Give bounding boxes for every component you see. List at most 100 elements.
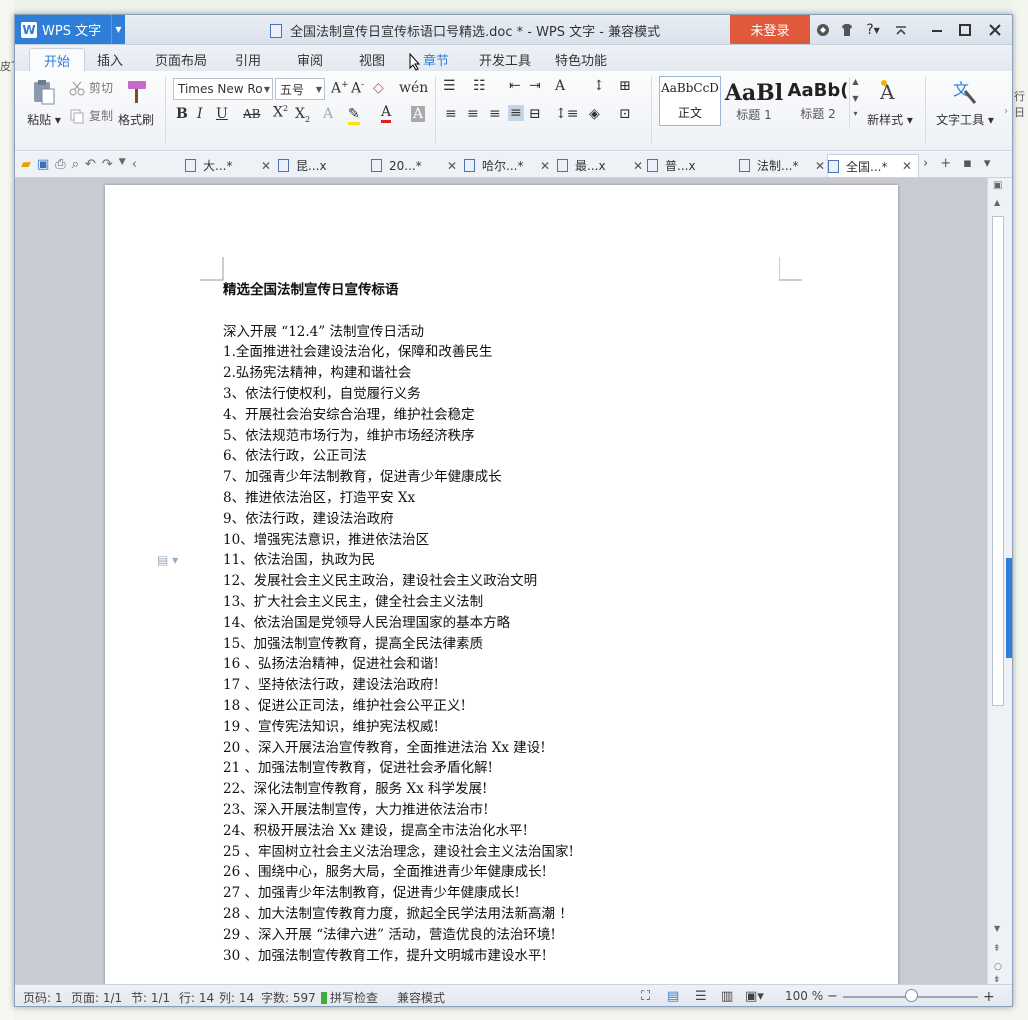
increase-indent-icon[interactable]: ⇥ — [529, 78, 541, 94]
status-word-count[interactable]: 字数: 597 — [261, 989, 316, 1006]
chinese-layout-icon[interactable]: A — [555, 78, 565, 94]
zoom-in-icon[interactable]: + — [983, 989, 995, 1005]
prev-page-icon[interactable]: ⇞ — [993, 944, 1001, 954]
bold-icon[interactable]: B — [176, 106, 188, 122]
new-tab-icon[interactable]: + — [940, 156, 951, 171]
undo-icon[interactable]: ↶ — [85, 157, 96, 172]
document-text[interactable]: 精选全国法制宣传日宣传标语 深入开展 “12.4” 法制宣传日活动 1.全面推进… — [223, 280, 574, 966]
tab-review[interactable]: 审阅 — [283, 48, 337, 71]
browse-object-icon[interactable]: ○ — [994, 962, 1002, 972]
strikethrough-icon[interactable]: AB — [243, 107, 260, 121]
tab-developer[interactable]: 开发工具 — [465, 48, 545, 71]
web-view-icon[interactable]: ▣▾ — [745, 989, 764, 1004]
close-tab-icon[interactable]: ✕ — [447, 159, 457, 173]
reading-view-icon[interactable]: ▥ — [721, 989, 733, 1004]
doc-tab[interactable]: 法制...* ✕ — [739, 154, 831, 177]
text-effect-icon[interactable]: A — [323, 106, 333, 122]
close-icon[interactable] — [985, 20, 1005, 40]
sort-icon[interactable]: ↕ — [593, 78, 605, 94]
scroll-down-icon[interactable]: ▼ — [994, 924, 1000, 933]
side-panel-toggle[interactable] — [1006, 558, 1012, 658]
print-preview-icon[interactable]: ⌕ — [72, 157, 79, 172]
font-size-combo[interactable]: 五号 ▼ — [275, 78, 325, 100]
close-tab-icon[interactable]: ✕ — [815, 159, 825, 173]
text-tools-button[interactable]: 文 文字工具 ▾ — [935, 77, 995, 128]
line-spacing-icon[interactable]: ↕≡ — [555, 106, 578, 122]
border-icon[interactable]: ⊡ — [619, 106, 631, 122]
char-shading-icon[interactable]: A — [411, 106, 426, 122]
vertical-scrollbar[interactable]: ▣ ▲ ▼ ⇞ ○ ⇟ — [987, 178, 1012, 985]
tab-home[interactable]: 开始 — [29, 48, 86, 71]
style-heading-1[interactable]: AaBl 标题 1 — [723, 76, 785, 126]
tab-list-icon[interactable]: ▪ — [963, 156, 972, 171]
highlight-icon[interactable]: ✎ — [348, 106, 360, 125]
grow-font-icon[interactable]: A+ — [331, 80, 349, 97]
tab-page-layout[interactable]: 页面布局 — [141, 48, 221, 71]
scroll-up-icon[interactable]: ▲ — [994, 198, 1000, 207]
close-tab-icon[interactable]: ✕ — [902, 159, 912, 173]
styles-scroll[interactable]: ▲ ▼ ▾ — [849, 77, 861, 127]
fullscreen-icon[interactable]: ⛶ — [641, 989, 650, 1004]
new-style-button[interactable]: A 新样式 ▾ — [865, 77, 915, 128]
maximize-icon[interactable] — [955, 20, 975, 40]
login-button[interactable]: 未登录 — [730, 15, 810, 44]
open-folder-icon[interactable]: ▰ — [21, 157, 31, 172]
pinyin-icon[interactable]: wén — [399, 80, 428, 96]
collapse-ribbon-icon[interactable] — [891, 20, 911, 40]
underline-icon[interactable]: U — [216, 106, 228, 122]
align-center-icon[interactable]: ≡ — [467, 106, 479, 122]
table-grid-icon[interactable]: ⊞ — [619, 78, 631, 94]
tab-view[interactable]: 视图 — [345, 48, 399, 71]
app-menu-dropdown-icon[interactable]: ▼ — [111, 15, 125, 44]
skin-icon[interactable] — [837, 20, 857, 40]
feedback-icon[interactable] — [813, 20, 833, 40]
zoom-slider-handle[interactable] — [905, 989, 918, 1002]
paste-button[interactable]: 粘贴 ▾ — [19, 77, 69, 128]
tab-menu-icon[interactable]: ▾ — [984, 156, 991, 171]
page-view-icon[interactable]: ▤ — [667, 989, 679, 1004]
paragraph-marker-icon[interactable]: ▤ ▾ — [157, 553, 178, 567]
italic-icon[interactable]: I — [197, 106, 203, 122]
superscript-icon[interactable]: X2 — [273, 104, 288, 121]
doc-tab[interactable]: 普...x — [647, 154, 739, 177]
wps-app-menu-button[interactable]: W WPS 文字 ▼ — [15, 15, 125, 44]
close-tab-icon[interactable]: ✕ — [633, 159, 643, 173]
ribbon-scroll-right-icon[interactable]: › — [999, 71, 1012, 151]
clear-format-icon[interactable]: ◇ — [373, 80, 384, 96]
paragraph-shading-icon[interactable]: ◈ — [589, 106, 600, 122]
outline-view-icon[interactable]: ☰ — [695, 989, 707, 1004]
doc-tab[interactable]: 最...x ✕ — [557, 154, 649, 177]
scrollbar-thumb[interactable] — [992, 216, 1004, 706]
tab-special-features[interactable]: 特色功能 — [541, 48, 621, 71]
close-tab-icon[interactable]: ✕ — [540, 159, 550, 173]
font-name-combo[interactable]: Times New Ro ▼ — [173, 78, 273, 100]
align-left-icon[interactable]: ≡ — [445, 106, 457, 122]
doc-tab-active[interactable]: 全国...* ✕ — [827, 154, 919, 177]
subscript-icon[interactable]: X2 — [295, 106, 310, 124]
tab-insert[interactable]: 插入 — [83, 48, 137, 71]
tabs-left-icon[interactable]: ‹ — [132, 157, 137, 172]
print-icon[interactable]: ⎙ — [55, 157, 65, 172]
shrink-font-icon[interactable]: A- — [351, 80, 364, 97]
bullet-list-icon[interactable]: ☰ — [443, 78, 456, 94]
save-icon[interactable]: ▣ — [37, 157, 49, 172]
font-color-icon[interactable]: A — [381, 104, 392, 123]
decrease-indent-icon[interactable]: ⇤ — [509, 78, 521, 94]
spell-check-toggle[interactable]: 拼写检查 — [321, 989, 378, 1006]
tabs-right-icon[interactable]: › — [923, 156, 928, 171]
minimize-icon[interactable] — [927, 20, 947, 40]
scroll-split-icon[interactable]: ▣ — [993, 180, 1002, 191]
zoom-level[interactable]: 100 % — [785, 989, 823, 1003]
document-area[interactable]: ▤ ▾ 精选全国法制宣传日宣传标语 深入开展 “12.4” 法制宣传日活动 1.… — [15, 178, 987, 984]
doc-tab[interactable]: 大...* ✕ — [185, 154, 277, 177]
status-page-number[interactable]: 页码: 1 — [23, 989, 63, 1006]
copy-button[interactable]: 复制 — [69, 107, 113, 124]
align-right-icon[interactable]: ≡ — [489, 106, 501, 122]
tab-references[interactable]: 引用 — [221, 48, 275, 71]
distribute-icon[interactable]: ⊟ — [529, 106, 541, 122]
help-button[interactable]: ? ▼ — [861, 20, 885, 40]
format-painter-button[interactable]: 格式刷 — [111, 77, 161, 128]
style-heading-2[interactable]: AaBb( 标题 2 — [787, 76, 849, 126]
qat-dropdown-icon[interactable]: ▼ — [119, 157, 126, 172]
cut-button[interactable]: 剪切 — [69, 79, 113, 96]
